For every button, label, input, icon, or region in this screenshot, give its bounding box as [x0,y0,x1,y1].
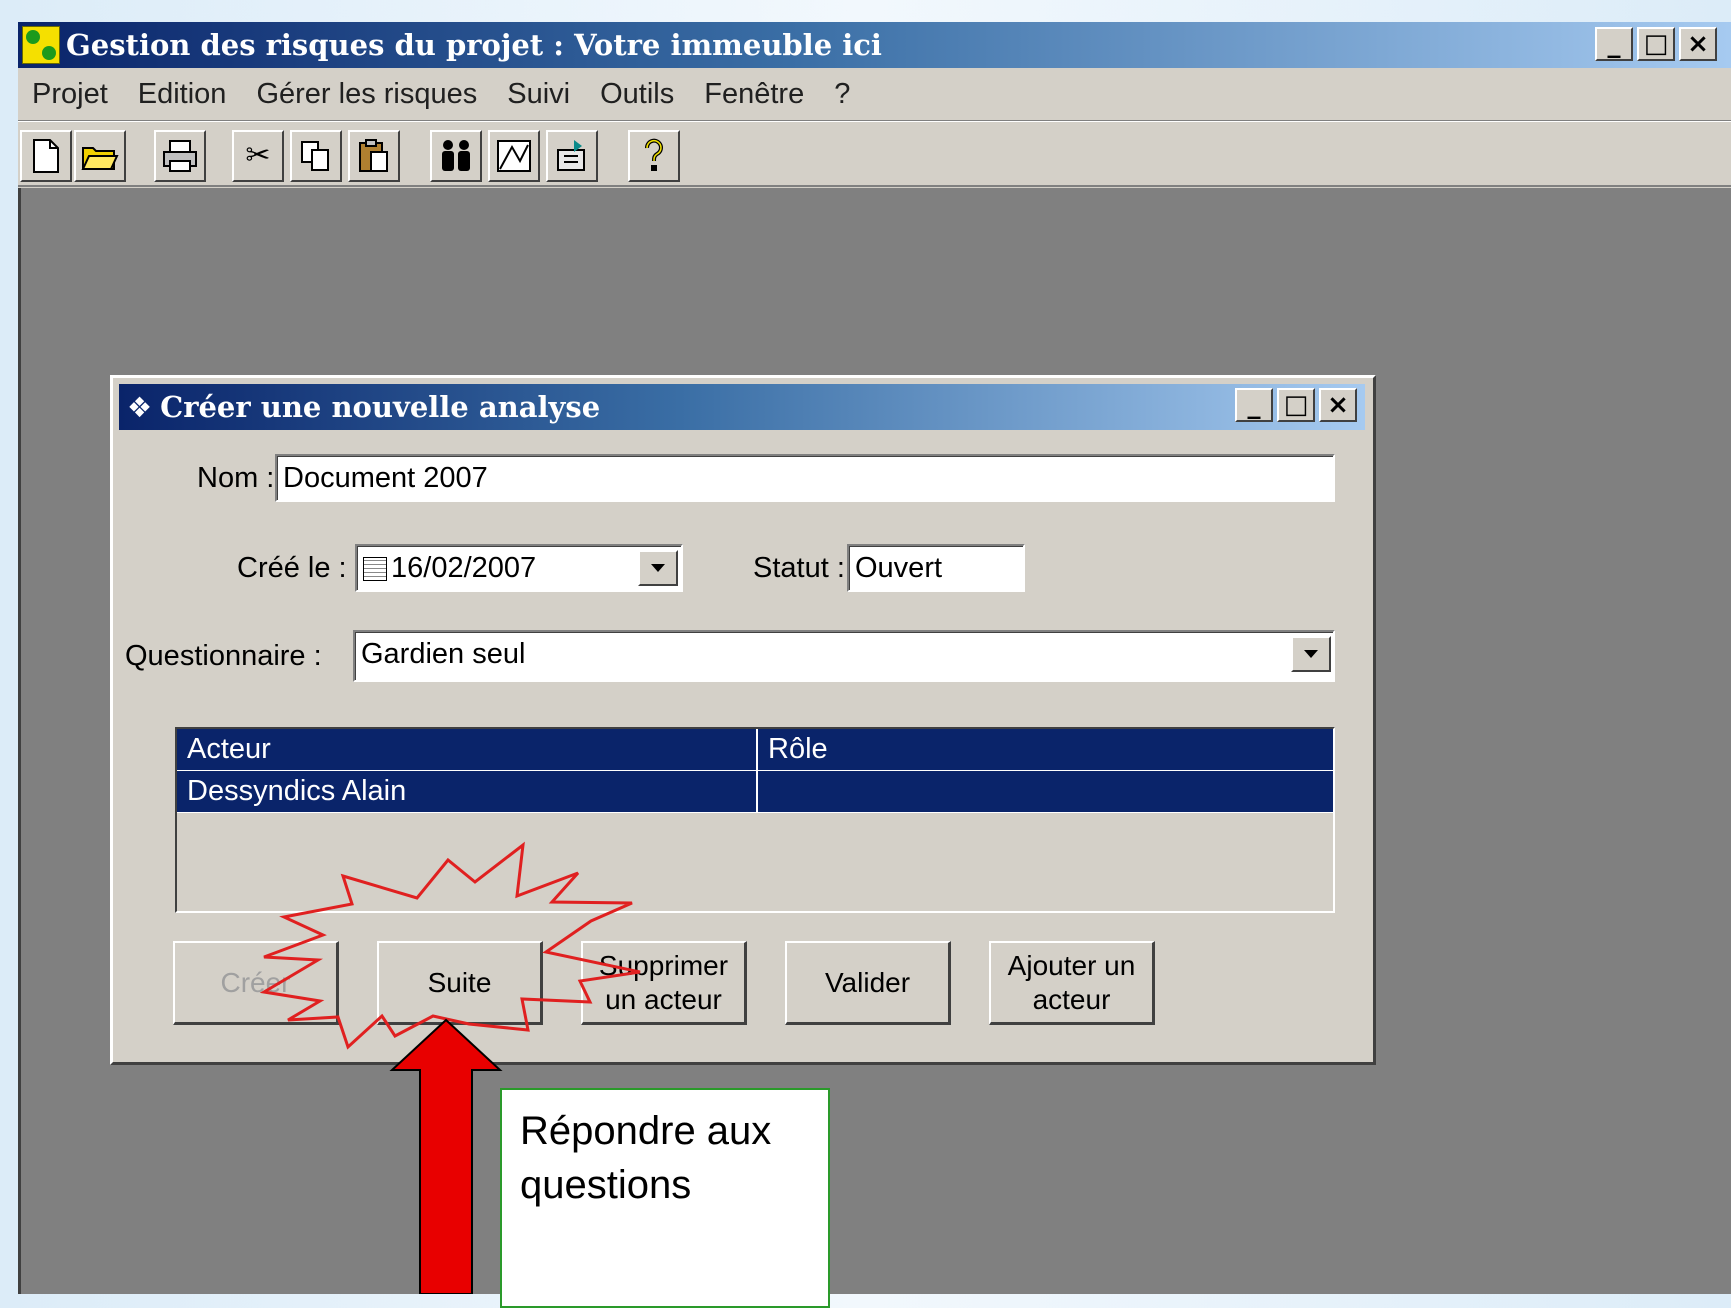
copy-icon[interactable] [290,130,342,182]
column-header-acteur[interactable]: Acteur [177,729,758,770]
supprimer-line2: un acteur [605,983,722,1015]
date-picker[interactable]: 16/02/2007 [355,544,683,592]
dialog-title: Créer une nouvelle analyse [160,390,601,424]
acteur-cell[interactable]: Dessyndics Alain [177,771,758,812]
callout-line1: Répondre aux [520,1109,772,1153]
questionnaire-select[interactable]: Gardien seul [353,630,1335,682]
calendar-icon [363,557,387,582]
minimize-button[interactable]: _ [1595,27,1633,61]
window-title: Gestion des risques du projet : Votre im… [66,28,882,62]
toolbar: ✂ [18,121,1731,187]
maximize-button[interactable]: □ [1637,27,1675,61]
dialog-maximize-button[interactable]: □ [1277,388,1315,422]
close-button[interactable]: × [1679,27,1717,61]
menu-outils[interactable]: Outils [585,78,689,111]
menu-suivi[interactable]: Suivi [492,78,585,111]
menu-gerer-risques[interactable]: Gérer les risques [241,78,492,111]
dialog-close-button[interactable]: × [1319,388,1357,422]
column-header-role[interactable]: Rôle [758,729,838,770]
actors-icon[interactable] [430,130,482,182]
suite-button[interactable]: Suite [377,941,543,1025]
cree-le-label: Créé le : [237,552,347,584]
questionnaire-dropdown-button[interactable] [1291,636,1331,672]
role-cell[interactable] [758,771,778,812]
ajouter-line2: acteur [1032,983,1111,1015]
window-controls: _ □ × [1595,27,1717,61]
menu-fenetre[interactable]: Fenêtre [689,78,819,111]
paste-icon[interactable] [348,130,400,182]
dialog-controls: _ □ × [1235,388,1357,422]
date-value: 16/02/2007 [391,552,537,584]
statut-label: Statut : [753,552,845,584]
nom-label: Nom : [197,462,275,494]
menu-projet[interactable]: Projet [18,78,123,111]
valider-button[interactable]: Valider [785,941,951,1025]
app-logo-icon [22,26,60,64]
date-dropdown-button[interactable] [638,550,678,586]
statut-field[interactable]: Ouvert [847,544,1025,592]
print-icon[interactable] [154,130,206,182]
ajouter-acteur-button[interactable]: Ajouter un acteur [989,941,1155,1025]
export-icon[interactable] [546,130,598,182]
dialog-title-bar[interactable]: ❖ Créer une nouvelle analyse _ □ × [119,384,1365,430]
title-bar[interactable]: Gestion des risques du projet : Votre im… [18,22,1731,68]
callout-line2: questions [520,1163,692,1207]
chevron-down-icon [651,564,665,572]
menu-help[interactable]: ? [819,78,865,111]
supprimer-line1: Supprimer [598,949,729,981]
chevron-down-icon [1304,650,1318,658]
app-window: Gestion des risques du projet : Votre im… [18,22,1731,1294]
actors-table: Acteur Rôle Dessyndics Alain [175,727,1335,913]
cut-icon[interactable]: ✂ [232,130,284,182]
menu-edition[interactable]: Edition [123,78,242,111]
questionnaire-label: Questionnaire : [125,640,322,672]
nom-input[interactable]: Document 2007 [275,454,1335,502]
supprimer-acteur-button[interactable]: Supprimer un acteur [581,941,747,1025]
open-folder-icon[interactable] [74,130,126,182]
table-row[interactable]: Dessyndics Alain [177,771,1333,813]
dialog-icon: ❖ [127,390,153,424]
table-header: Acteur Rôle [177,729,1333,771]
new-analysis-dialog: ❖ Créer une nouvelle analyse _ □ × Nom :… [110,375,1376,1065]
creer-button[interactable]: Créer [173,941,339,1025]
callout-box: Répondre aux questions [500,1088,830,1308]
menu-bar: Projet Edition Gérer les risques Suivi O… [18,68,1731,121]
new-document-icon[interactable] [20,130,72,182]
ajouter-line1: Ajouter un [1007,949,1136,981]
dialog-minimize-button[interactable]: _ [1235,388,1273,422]
chart-icon[interactable] [488,130,540,182]
help-icon[interactable] [628,130,680,182]
